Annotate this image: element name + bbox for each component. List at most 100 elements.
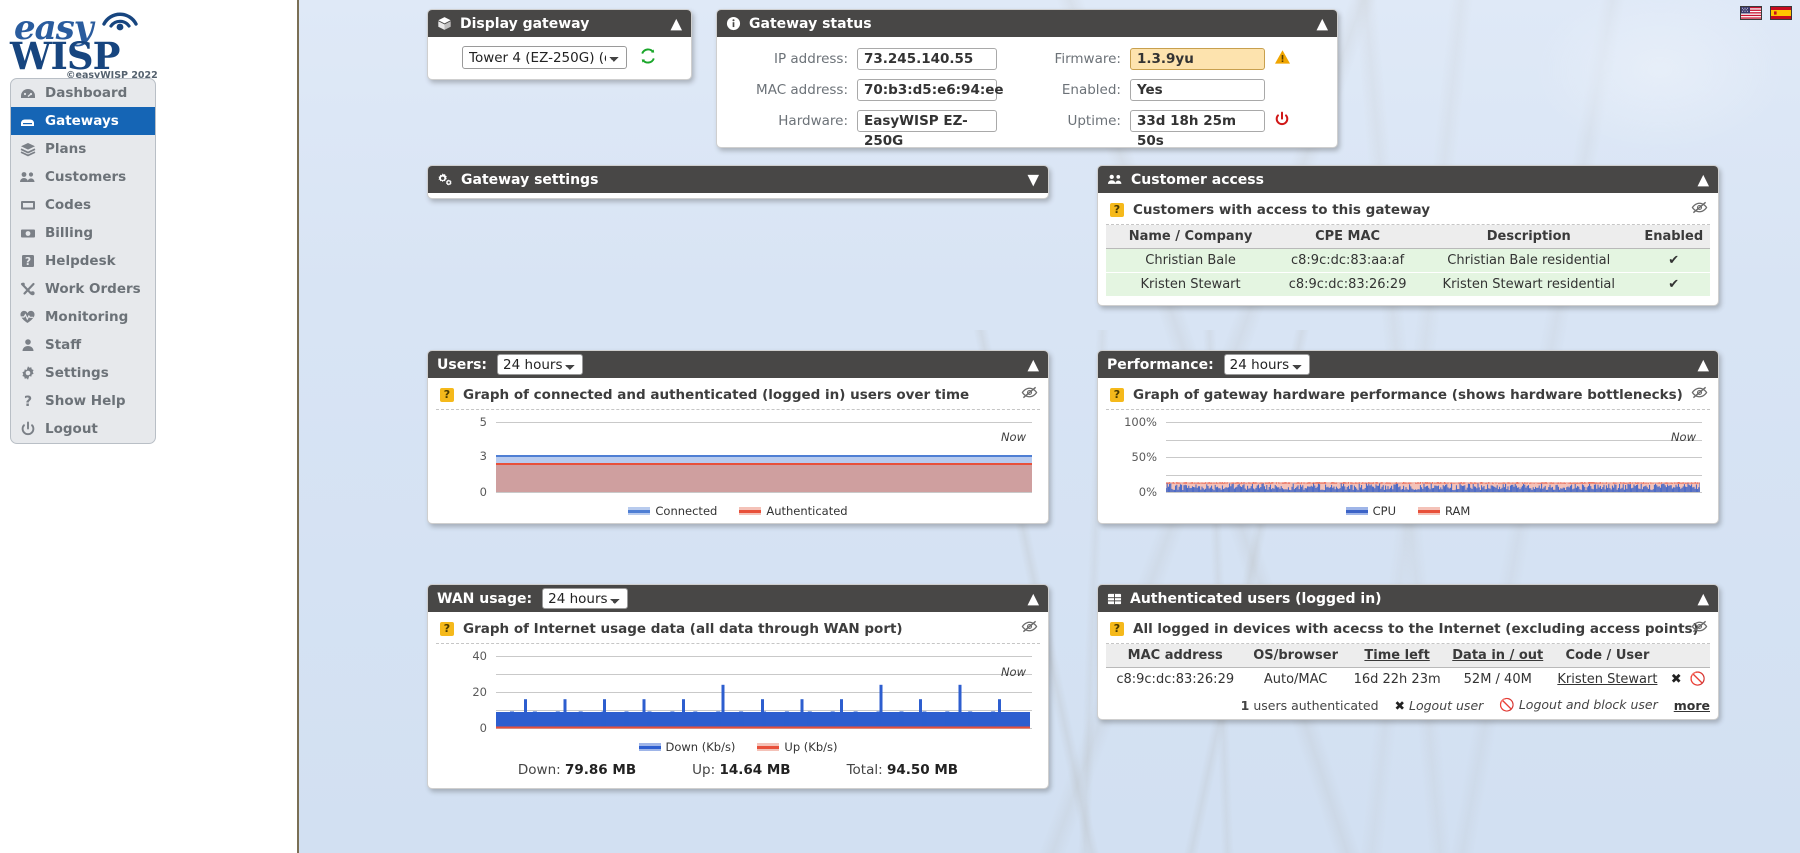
table-row[interactable]: Christian Bale c8:9c:dc:83:aa:af Christi… [1106,248,1710,273]
uptime-value[interactable]: 33d 18h 25m 50s [1129,110,1265,149]
sidebar-item-staff[interactable]: Staff [11,331,155,359]
customer-access-subtitle-row: ? Customers with access to this gateway [1106,198,1710,225]
table-header-row: Name / Company CPE MAC Description Enabl… [1106,225,1710,249]
wan-total-down-value: 79.86 MB [565,762,637,778]
cell-cpe-mac: c8:9c:dc:83:aa:af [1275,248,1421,273]
help-badge-icon[interactable]: ? [1110,203,1124,217]
sidebar-item-logout[interactable]: Logout [11,415,155,443]
col-actions [1666,644,1710,668]
eye-off-icon[interactable] [1691,200,1708,219]
col-os-browser: OS/browser [1244,644,1347,668]
collapse-chevron-icon[interactable]: ▲ [1316,16,1328,31]
gear-icon [19,365,36,382]
performance-chart[interactable]: 100% 50% 0% Now CPU RAM [1106,410,1710,518]
collapse-chevron-icon[interactable]: ▲ [1697,591,1709,606]
sidebar-item-work-orders[interactable]: Work Orders [11,275,155,303]
logout-user-x-icon[interactable]: ✖ [1671,672,1682,687]
sidebar-item-plans[interactable]: Plans [11,135,155,163]
brand-logo[interactable]: easy WISP ©easyWISP 2022 [4,8,164,81]
ip-address-value[interactable]: 73.245.140.55 [857,48,997,70]
block-user-icon[interactable]: 🚫 [1690,672,1706,687]
expand-chevron-icon[interactable]: ▼ [1027,172,1039,187]
eye-off-icon[interactable] [1021,619,1038,638]
help-badge-icon[interactable]: ? [440,388,454,402]
collapse-chevron-icon[interactable]: ▲ [1027,357,1039,372]
users-range-select[interactable]: 24 hours [497,354,584,375]
gateway-icon [19,113,36,130]
logout-user-label: Logout user [1409,697,1484,713]
field-row-hardware: Hardware: EasyWISP EZ-250G [717,110,1025,149]
eye-off-icon[interactable] [1021,385,1038,404]
col-code-user: Code / User [1548,644,1667,668]
wan-total-down: Down: 79.86 MB [518,762,636,778]
gateway-select[interactable]: Tower 4 (EZ-250G) (d7... [462,46,627,69]
sidebar-item-helpdesk[interactable]: ? Helpdesk [11,247,155,275]
users-ytick-3: 3 [479,449,487,463]
table-row[interactable]: Kristen Stewart c8:9c:dc:83:26:29 Kriste… [1106,272,1710,297]
hardware-value[interactable]: EasyWISP EZ-250G [857,110,997,149]
help-badge-icon[interactable]: ? [1110,388,1124,402]
collapse-chevron-icon[interactable]: ▲ [1027,591,1039,606]
sidebar-item-gateways[interactable]: Gateways [11,107,155,135]
eye-off-icon[interactable] [1691,385,1708,404]
gateway-settings-header[interactable]: Gateway settings ▼ [428,166,1048,193]
sidebar-item-label: Billing [45,225,94,241]
customer-access-body: ? Customers with access to this gateway … [1098,193,1718,305]
mac-address-value[interactable]: 70:b3:d5:e6:94:ee [857,79,1004,101]
more-link[interactable]: more [1674,698,1710,713]
authenticated-users-title: Authenticated users (logged in) [1130,590,1382,607]
performance-subtitle-row: ? Graph of gateway hardware performance … [1106,383,1710,410]
reboot-power-icon[interactable] [1274,111,1290,131]
perf-ytick-100: 100% [1124,415,1157,429]
wan-usage-chart[interactable]: 40 20 0 Now Down (Kb/s) Up (Kb/s) [436,644,1040,754]
collapse-chevron-icon[interactable]: ▲ [1697,172,1709,187]
sidebar-item-settings[interactable]: Settings [11,359,155,387]
sidebar-item-monitoring[interactable]: Monitoring [11,303,155,331]
customer-access-title: Customer access [1131,171,1264,188]
legend-swatch-down [638,743,661,751]
info-icon [726,16,741,31]
question-icon: ? [19,393,36,410]
language-switcher [1740,6,1792,20]
wan-range-select[interactable]: 24 hours [542,588,629,609]
flag-es-icon[interactable] [1770,6,1792,20]
users-panel-title: Users: [437,356,488,373]
flag-us-icon[interactable] [1740,6,1762,20]
gateway-settings-title: Gateway settings [461,171,599,188]
wan-total-all: Total: 94.50 MB [847,762,959,778]
customer-access-subtitle: Customers with access to this gateway [1133,202,1431,218]
collapse-chevron-icon[interactable]: ▲ [670,16,682,31]
sidebar-item-dashboard[interactable]: Dashboard [11,79,155,107]
performance-panel-title: Performance: [1107,356,1214,373]
legend-label-up: Up (Kb/s) [784,740,838,754]
col-time-left[interactable]: Time left [1346,644,1448,668]
users-gridline [496,492,1032,493]
help-badge-icon[interactable]: ? [440,622,454,636]
legend-item-ram: RAM [1418,504,1470,518]
wan-total-down-label: Down: [517,762,561,778]
sidebar-item-codes[interactable]: Codes [11,191,155,219]
sidebar-item-customers[interactable]: Customers [11,163,155,191]
table-row[interactable]: c8:9c:dc:83:26:29 Auto/MAC 16d 22h 23m 5… [1106,667,1710,692]
wan-usage-title: WAN usage: [437,590,533,607]
field-row-uptime: Uptime: 33d 18h 25m 50s [1025,110,1323,149]
performance-range-select[interactable]: 24 hours [1223,354,1310,375]
col-data-in-out[interactable]: Data in / out [1447,644,1549,668]
perf-ytick-0: 0% [1138,485,1157,499]
refresh-icon[interactable] [639,47,657,69]
eye-off-icon[interactable] [1691,619,1708,638]
sidebar-item-label: Dashboard [45,85,128,101]
authenticated-users-header: Authenticated users (logged in) ▲ [1098,585,1718,612]
auth-users-count-value: 1 [1240,697,1250,713]
firmware-value[interactable]: 1.3.9yu [1129,48,1265,70]
sidebar-item-billing[interactable]: Billing [11,219,155,247]
box-icon [437,16,452,31]
sidebar-item-show-help[interactable]: ? Show Help [11,387,155,415]
users-chart[interactable]: 5 3 0 Now Connected Authenticated [436,410,1040,518]
collapse-chevron-icon[interactable]: ▲ [1697,357,1709,372]
cell-user-link[interactable]: Kristen Stewart [1548,667,1667,692]
enabled-value[interactable]: Yes [1129,79,1265,101]
warning-icon[interactable] [1274,49,1291,69]
cell-os-browser: Auto/MAC [1244,667,1347,692]
help-badge-icon[interactable]: ? [1110,622,1124,636]
